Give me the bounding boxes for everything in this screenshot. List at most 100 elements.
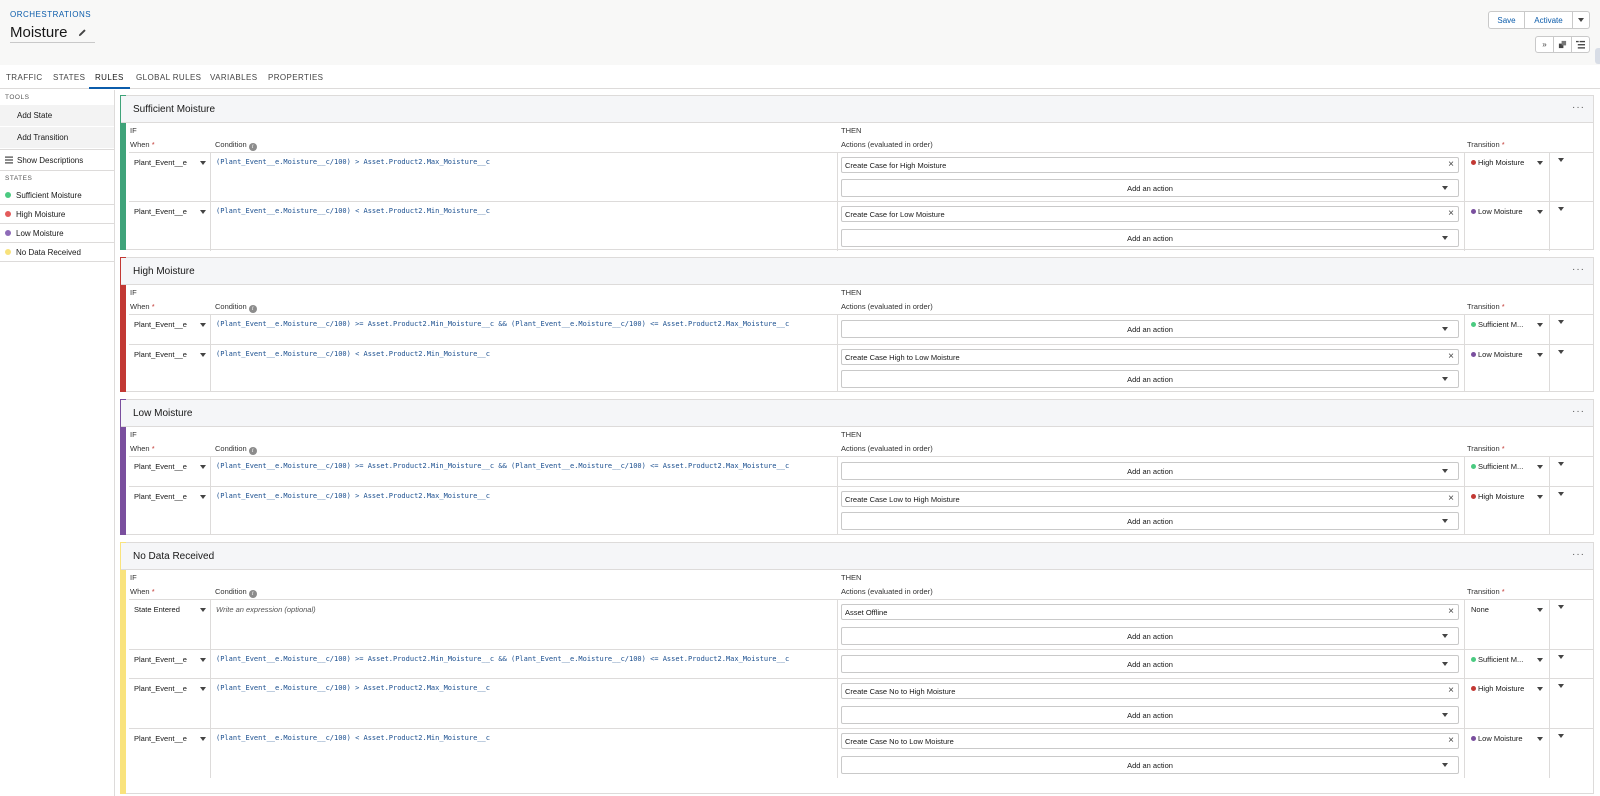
add-action-select[interactable]: Add an action — [841, 756, 1459, 774]
transition-select[interactable]: Low Moisture — [1471, 734, 1543, 743]
close-icon[interactable]: × — [1448, 735, 1454, 747]
activate-button[interactable]: Activate — [1525, 11, 1573, 29]
show-descriptions-toggle[interactable]: Show Descriptions — [0, 149, 114, 171]
condition-expression[interactable]: (Plant_Event__e.Moisture__c/100) >= Asse… — [216, 320, 789, 328]
condition-expression[interactable]: (Plant_Event__e.Moisture__c/100) >= Asse… — [216, 655, 789, 663]
action-pill[interactable]: Create Case for Low Moisture × — [841, 206, 1459, 222]
condition-expression[interactable]: (Plant_Event__e.Moisture__c/100) > Asset… — [216, 492, 490, 500]
transition-select[interactable]: High Moisture — [1471, 158, 1543, 167]
row-menu-chevron-icon[interactable] — [1558, 492, 1564, 496]
add-state-button[interactable]: Add State — [0, 105, 114, 127]
condition-cell[interactable]: Write an expression (optional) — [211, 600, 838, 649]
row-menu-chevron-icon[interactable] — [1558, 207, 1564, 211]
transition-select[interactable]: Low Moisture — [1471, 350, 1543, 359]
state-item-no-data-received[interactable]: No Data Received — [0, 243, 114, 262]
condition-cell[interactable]: (Plant_Event__e.Moisture__c/100) >= Asse… — [211, 650, 838, 678]
condition-expression[interactable]: (Plant_Event__e.Moisture__c/100) >= Asse… — [216, 462, 789, 470]
side-panel-handle[interactable] — [1595, 48, 1600, 64]
tab-traffic[interactable]: TRAFFIC — [6, 73, 43, 82]
condition-placeholder[interactable]: Write an expression (optional) — [216, 605, 316, 614]
row-menu-chevron-icon[interactable] — [1558, 684, 1564, 688]
action-pill[interactable]: Create Case Low to High Moisture × — [841, 491, 1459, 507]
transition-select[interactable]: None — [1471, 605, 1543, 614]
info-icon[interactable]: i — [248, 305, 257, 313]
condition-cell[interactable]: (Plant_Event__e.Moisture__c/100) < Asset… — [211, 729, 838, 778]
breadcrumb[interactable]: ORCHESTRATIONS — [10, 10, 91, 19]
more-options-icon[interactable]: ··· — [1572, 406, 1585, 417]
title-field[interactable]: Moisture — [10, 22, 95, 43]
when-select[interactable]: Plant_Event__e — [134, 158, 206, 167]
condition-cell[interactable]: (Plant_Event__e.Moisture__c/100) >= Asse… — [211, 457, 838, 486]
condition-cell[interactable]: (Plant_Event__e.Moisture__c/100) > Asset… — [211, 679, 838, 728]
close-icon[interactable]: × — [1448, 208, 1454, 220]
condition-cell[interactable]: (Plant_Event__e.Moisture__c/100) > Asset… — [211, 153, 838, 201]
condition-expression[interactable]: (Plant_Event__e.Moisture__c/100) > Asset… — [216, 158, 490, 166]
add-action-select[interactable]: Add an action — [841, 370, 1459, 388]
close-icon[interactable]: × — [1448, 606, 1454, 618]
state-item-low-moisture[interactable]: Low Moisture — [0, 224, 114, 243]
action-pill[interactable]: Create Case No to Low Moisture × — [841, 733, 1459, 749]
add-action-select[interactable]: Add an action — [841, 179, 1459, 197]
transition-select[interactable]: Sufficient M... — [1471, 462, 1543, 471]
more-options-icon[interactable]: ··· — [1572, 264, 1585, 275]
add-action-select[interactable]: Add an action — [841, 229, 1459, 247]
when-select[interactable]: Plant_Event__e — [134, 684, 206, 693]
close-icon[interactable]: × — [1448, 159, 1454, 171]
condition-expression[interactable]: (Plant_Event__e.Moisture__c/100) < Asset… — [216, 207, 490, 215]
row-menu-chevron-icon[interactable] — [1558, 655, 1564, 659]
action-pill[interactable]: Asset Offline × — [841, 604, 1459, 620]
more-options-icon[interactable]: ··· — [1572, 102, 1585, 113]
expand-button[interactable]: » — [1535, 36, 1554, 53]
tab-rules[interactable]: RULES — [95, 73, 124, 82]
transition-select[interactable]: Low Moisture — [1471, 207, 1543, 216]
transition-select[interactable]: Sufficient M... — [1471, 655, 1543, 664]
tab-properties[interactable]: PROPERTIES — [268, 73, 323, 82]
tab-states[interactable]: STATES — [53, 73, 85, 82]
add-action-select[interactable]: Add an action — [841, 512, 1459, 530]
action-pill[interactable]: Create Case for High Moisture × — [841, 157, 1459, 173]
row-menu-chevron-icon[interactable] — [1558, 158, 1564, 162]
add-action-select[interactable]: Add an action — [841, 655, 1459, 673]
layers-button[interactable] — [1553, 36, 1572, 53]
add-action-select[interactable]: Add an action — [841, 627, 1459, 645]
condition-cell[interactable]: (Plant_Event__e.Moisture__c/100) > Asset… — [211, 487, 838, 534]
transition-select[interactable]: High Moisture — [1471, 492, 1543, 501]
when-select[interactable]: Plant_Event__e — [134, 462, 206, 471]
info-icon[interactable]: i — [248, 447, 257, 455]
row-menu-chevron-icon[interactable] — [1558, 462, 1564, 466]
row-menu-chevron-icon[interactable] — [1558, 734, 1564, 738]
condition-expression[interactable]: (Plant_Event__e.Moisture__c/100) < Asset… — [216, 350, 490, 358]
condition-cell[interactable]: (Plant_Event__e.Moisture__c/100) < Asset… — [211, 345, 838, 392]
add-action-select[interactable]: Add an action — [841, 706, 1459, 724]
transition-select[interactable]: High Moisture — [1471, 684, 1543, 693]
transition-select[interactable]: Sufficient M... — [1471, 320, 1543, 329]
action-pill[interactable]: Create Case No to High Moisture × — [841, 683, 1459, 699]
pencil-icon[interactable] — [78, 28, 87, 37]
when-select[interactable]: State Entered — [134, 605, 206, 614]
close-icon[interactable]: × — [1448, 493, 1454, 505]
state-item-sufficient-moisture[interactable]: Sufficient Moisture — [0, 186, 114, 205]
when-select[interactable]: Plant_Event__e — [134, 207, 206, 216]
when-select[interactable]: Plant_Event__e — [134, 492, 206, 501]
state-item-high-moisture[interactable]: High Moisture — [0, 205, 114, 224]
row-menu-chevron-icon[interactable] — [1558, 320, 1564, 324]
add-action-select[interactable]: Add an action — [841, 320, 1459, 338]
info-icon[interactable]: i — [248, 590, 257, 598]
list-settings-button[interactable] — [1571, 36, 1590, 53]
add-transition-button[interactable]: Add Transition — [0, 127, 114, 149]
when-select[interactable]: Plant_Event__e — [134, 734, 206, 743]
tab-variables[interactable]: VARIABLES — [210, 73, 257, 82]
add-action-select[interactable]: Add an action — [841, 462, 1459, 480]
when-select[interactable]: Plant_Event__e — [134, 655, 206, 664]
condition-cell[interactable]: (Plant_Event__e.Moisture__c/100) >= Asse… — [211, 315, 838, 344]
more-options-icon[interactable]: ··· — [1572, 549, 1585, 560]
tab-global-rules[interactable]: GLOBAL RULES — [136, 73, 201, 82]
condition-expression[interactable]: (Plant_Event__e.Moisture__c/100) > Asset… — [216, 684, 490, 692]
action-pill[interactable]: Create Case High to Low Moisture × — [841, 349, 1459, 365]
close-icon[interactable]: × — [1448, 685, 1454, 697]
when-select[interactable]: Plant_Event__e — [134, 350, 206, 359]
more-actions-button[interactable] — [1573, 11, 1590, 29]
info-icon[interactable]: i — [248, 143, 257, 151]
when-select[interactable]: Plant_Event__e — [134, 320, 206, 329]
save-button[interactable]: Save — [1488, 11, 1525, 29]
